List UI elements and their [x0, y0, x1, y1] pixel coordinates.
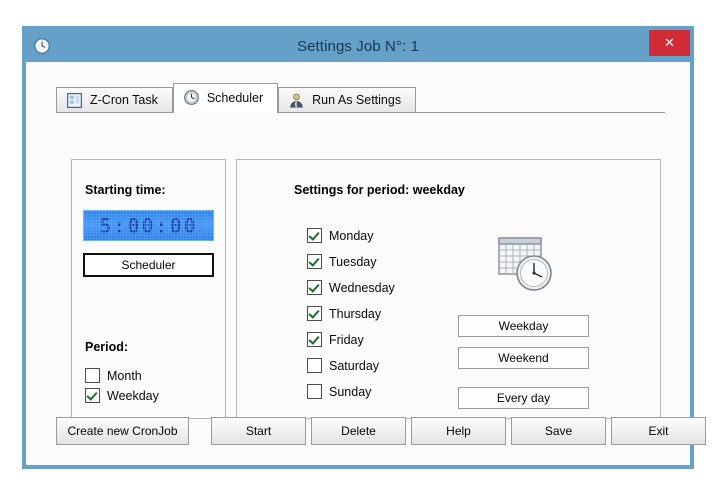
- tab-label: Z-Cron Task: [90, 93, 158, 107]
- day-checkbox-friday[interactable]: Friday: [307, 332, 364, 347]
- client-area: Z-Cron Task Scheduler Run As Settings St…: [26, 62, 706, 465]
- preset-every-day-button[interactable]: Every day: [458, 387, 589, 409]
- help-button[interactable]: Help: [411, 417, 506, 445]
- tab-run-as-settings[interactable]: Run As Settings: [278, 87, 417, 112]
- starting-time-display[interactable]: 5:00:00: [83, 210, 214, 241]
- tab-z-cron-task[interactable]: Z-Cron Task: [56, 87, 173, 112]
- checkbox-label: Weekday: [107, 388, 159, 403]
- period-checkbox-weekday[interactable]: Weekday: [85, 388, 159, 403]
- checkbox-indicator: [307, 280, 322, 295]
- delete-button[interactable]: Delete: [311, 417, 406, 445]
- day-checkbox-monday[interactable]: Monday: [307, 228, 373, 243]
- start-button[interactable]: Start: [211, 417, 306, 445]
- day-checkbox-saturday[interactable]: Saturday: [307, 358, 379, 373]
- checkbox-indicator: [307, 228, 322, 243]
- checkbox-label: Wednesday: [329, 280, 395, 295]
- day-checkbox-thursday[interactable]: Thursday: [307, 306, 381, 321]
- starting-time-label: Starting time:: [85, 183, 166, 197]
- starting-time-group: Starting time: 5:00:00 Scheduler Period:…: [71, 159, 226, 419]
- save-button[interactable]: Save: [511, 417, 606, 445]
- day-checkbox-tuesday[interactable]: Tuesday: [307, 254, 376, 269]
- checkbox-label: Tuesday: [329, 254, 377, 269]
- day-checkbox-wednesday[interactable]: Wednesday: [307, 280, 395, 295]
- checkbox-label: Sunday: [329, 384, 372, 399]
- checkbox-indicator: [307, 384, 322, 399]
- tab-label: Scheduler: [206, 90, 264, 105]
- starting-time-value: 5:00:00: [99, 213, 198, 238]
- checkbox-indicator: [307, 358, 322, 373]
- checkbox-label: Monday: [329, 228, 374, 243]
- preset-weekend-button[interactable]: Weekend: [458, 347, 589, 369]
- checkbox-label: Friday: [329, 332, 364, 347]
- window-title: Settings Job N°: 1: [296, 37, 420, 55]
- clock-icon: [34, 38, 50, 54]
- period-settings-heading: Settings for period: weekday: [294, 183, 465, 197]
- checkbox-label: Thursday: [329, 306, 382, 321]
- checkbox-indicator: [307, 254, 322, 269]
- calendar-clock-icon: [498, 237, 552, 291]
- tab-scheduler[interactable]: Scheduler: [172, 83, 279, 113]
- form-window-icon: [66, 92, 83, 108]
- exit-button[interactable]: Exit: [611, 417, 706, 445]
- checkbox-indicator: [307, 306, 322, 321]
- checkbox-indicator: [307, 332, 322, 347]
- checkbox-label: Saturday: [329, 358, 380, 373]
- create-new-cronjob-button[interactable]: Create new CronJob: [56, 417, 189, 445]
- settings-job-window: Settings Job N°: 1 ✕ Z-Cron Task Schedul…: [22, 26, 706, 469]
- period-checkbox-month[interactable]: Month: [85, 368, 142, 383]
- checkbox-indicator: [85, 388, 100, 403]
- day-checkbox-sunday[interactable]: Sunday: [307, 384, 371, 399]
- period-settings-group: Settings for period: weekday Monday Tues…: [236, 159, 661, 419]
- preset-weekday-button[interactable]: Weekday: [458, 315, 589, 337]
- bottom-button-bar: Create new CronJob Start Delete Help Sav…: [56, 417, 706, 445]
- title-bar: Settings Job N°: 1 ✕: [26, 30, 690, 62]
- tab-label: Run As Settings: [312, 93, 402, 107]
- tab-strip: Z-Cron Task Scheduler Run As Settings: [56, 83, 665, 113]
- checkbox-indicator: [85, 368, 100, 383]
- clock-icon: [183, 90, 199, 105]
- period-label: Period:: [85, 340, 129, 354]
- scheduler-button[interactable]: Scheduler: [83, 253, 214, 277]
- checkbox-label: Month: [107, 368, 142, 383]
- close-button[interactable]: ✕: [649, 30, 690, 56]
- user-icon: [290, 93, 303, 108]
